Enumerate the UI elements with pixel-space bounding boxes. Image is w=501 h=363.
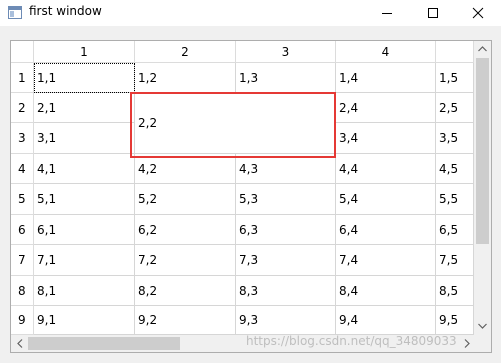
row-header-8[interactable]: 8	[11, 276, 34, 306]
table-cell-r4-c1[interactable]: 4,1	[34, 154, 135, 184]
table-cell-r4-c4[interactable]: 4,4	[336, 154, 436, 184]
table-cell-r2-c1[interactable]: 2,1	[34, 93, 135, 123]
window-client-area: 1 2 3 4 1 2 3 4 5 6 7 8 9 1,1 1,2 1,3 1,…	[0, 26, 501, 363]
table-cell-r3-c1[interactable]: 3,1	[34, 123, 135, 154]
table-cell-r1-c4[interactable]: 1,4	[336, 63, 436, 93]
row-header-7[interactable]: 7	[11, 245, 34, 276]
chevron-down-icon	[478, 323, 487, 329]
table-cell-r8-c4[interactable]: 8,4	[336, 276, 436, 306]
table-cell-r6-c5[interactable]: 6,5	[436, 215, 474, 245]
row-header-2[interactable]: 2	[11, 93, 34, 123]
column-header-3[interactable]: 3	[236, 41, 336, 63]
table-cell-r1-c1[interactable]: 1,1	[34, 63, 135, 93]
table-cell-r4-c3[interactable]: 4,3	[236, 154, 336, 184]
scroll-up-button[interactable]	[474, 41, 491, 58]
vertical-scroll-thumb[interactable]	[476, 58, 489, 244]
table-cell-r2-c4[interactable]: 2,4	[336, 93, 436, 123]
table-cell-r3-c4[interactable]: 3,4	[336, 123, 436, 154]
column-header-4[interactable]: 4	[336, 41, 436, 63]
row-header-5[interactable]: 5	[11, 184, 34, 215]
horizontal-scroll-thumb[interactable]	[28, 337, 180, 350]
close-icon	[472, 7, 484, 19]
minimize-button[interactable]	[364, 0, 410, 26]
column-header-2[interactable]: 2	[135, 41, 236, 63]
table-cell-r1-c5[interactable]: 1,5	[436, 63, 474, 93]
maximize-icon	[428, 8, 438, 18]
table-cell-r8-c3[interactable]: 8,3	[236, 276, 336, 306]
table-cell-r8-c5[interactable]: 8,5	[436, 276, 474, 306]
close-button[interactable]	[455, 0, 501, 26]
scrollbar-corner	[474, 335, 491, 352]
table-cell-r6-c1[interactable]: 6,1	[34, 215, 135, 245]
scroll-down-button[interactable]	[474, 318, 491, 335]
row-header-6[interactable]: 6	[11, 215, 34, 245]
table-cell-r8-c2[interactable]: 8,2	[135, 276, 236, 306]
table-cell-r3-c5[interactable]: 3,5	[436, 123, 474, 154]
chevron-right-icon	[464, 339, 470, 348]
row-header-1[interactable]: 1	[11, 63, 34, 93]
table-cell-r7-c2[interactable]: 7,2	[135, 245, 236, 276]
chevron-left-icon	[17, 339, 23, 348]
table-cell-r7-c4[interactable]: 7,4	[336, 245, 436, 276]
table-cell-r7-c1[interactable]: 7,1	[34, 245, 135, 276]
table-cell-r7-c5[interactable]: 7,5	[436, 245, 474, 276]
table-cell-r8-c1[interactable]: 8,1	[34, 276, 135, 306]
table-cell-r5-c3[interactable]: 5,3	[236, 184, 336, 215]
table-cell-r1-c2[interactable]: 1,2	[135, 63, 236, 93]
merged-cell-2-2[interactable]: 2,2	[135, 93, 336, 154]
table-widget[interactable]: 1 2 3 4 1 2 3 4 5 6 7 8 9 1,1 1,2 1,3 1,…	[10, 40, 492, 353]
table-cell-r9-c4[interactable]: 9,4	[336, 306, 436, 335]
row-header-9[interactable]: 9	[11, 306, 34, 335]
table-cell-r5-c5[interactable]: 5,5	[436, 184, 474, 215]
table-cell-r4-c5[interactable]: 4,5	[436, 154, 474, 184]
title-bar: first window	[0, 0, 501, 26]
table-corner-button[interactable]	[11, 41, 34, 63]
table-cell-r9-c2[interactable]: 9,2	[135, 306, 236, 335]
vertical-scrollbar[interactable]	[474, 41, 491, 335]
table-cell-r5-c4[interactable]: 5,4	[336, 184, 436, 215]
table-cell-r6-c3[interactable]: 6,3	[236, 215, 336, 245]
table-cell-r7-c3[interactable]: 7,3	[236, 245, 336, 276]
table-cell-r9-c5[interactable]: 9,5	[436, 306, 474, 335]
row-header-3[interactable]: 3	[11, 123, 34, 154]
chevron-up-icon	[478, 46, 487, 52]
minimize-icon	[382, 13, 392, 14]
table-cell-r6-c2[interactable]: 6,2	[135, 215, 236, 245]
table-cell-r9-c1[interactable]: 9,1	[34, 306, 135, 335]
scroll-left-button[interactable]	[11, 335, 28, 352]
scroll-right-button[interactable]	[457, 335, 474, 352]
maximize-button[interactable]	[410, 0, 456, 26]
horizontal-scrollbar[interactable]	[11, 335, 474, 352]
table-cell-r4-c2[interactable]: 4,2	[135, 154, 236, 184]
table-cell-r5-c2[interactable]: 5,2	[135, 184, 236, 215]
table-cell-r5-c1[interactable]: 5,1	[34, 184, 135, 215]
window-title: first window	[29, 4, 102, 18]
table-cell-r9-c3[interactable]: 9,3	[236, 306, 336, 335]
table-cell-r2-c5[interactable]: 2,5	[436, 93, 474, 123]
column-header-5-partial[interactable]	[436, 41, 474, 63]
app-window-icon	[8, 6, 22, 19]
table-cell-r6-c4[interactable]: 6,4	[336, 215, 436, 245]
column-header-1[interactable]: 1	[34, 41, 135, 63]
row-header-4[interactable]: 4	[11, 154, 34, 184]
table-cell-r1-c3[interactable]: 1,3	[236, 63, 336, 93]
